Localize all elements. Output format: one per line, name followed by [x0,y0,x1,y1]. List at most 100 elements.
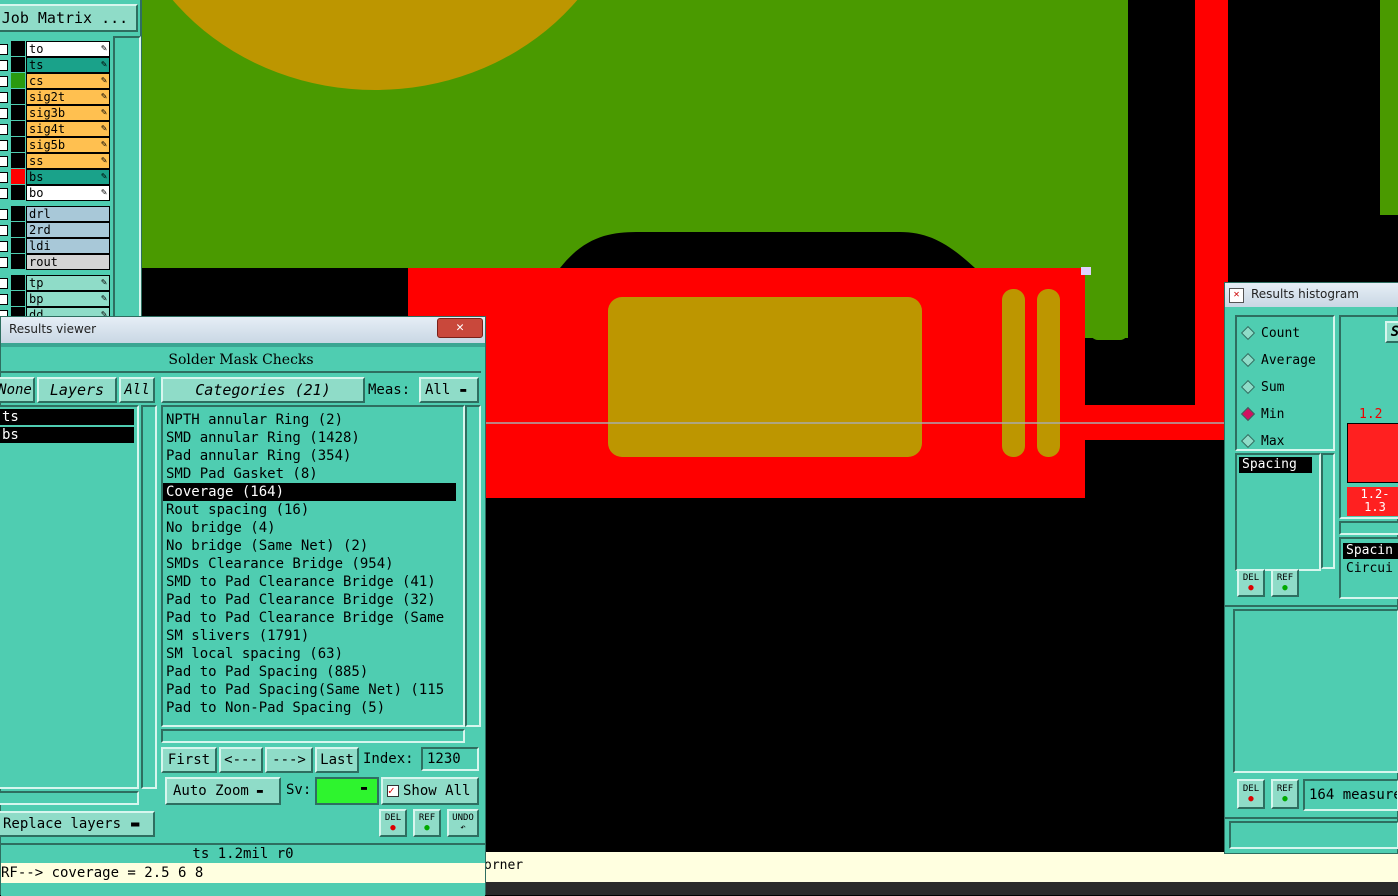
list-item[interactable]: ts [0,409,134,425]
layer-color-swatch[interactable] [11,169,25,184]
category-item[interactable]: SMD annular Ring (1428) [163,429,456,447]
del-button[interactable]: DEL ● [379,809,407,837]
left-hscrollbar[interactable] [0,791,139,805]
category-item[interactable]: NPTH annular Ring (2) [163,411,456,429]
left-scrollbar[interactable] [141,405,157,789]
layer-row[interactable]: ts ✎ [0,57,112,73]
category-item[interactable]: Pad to Non-Pad Spacing (5) [163,699,456,717]
layer-row[interactable]: ss ✎ [0,153,112,169]
last-button[interactable]: Last [315,747,359,773]
layer-row[interactable]: bo ✎ [0,185,112,201]
layer-color-swatch[interactable] [11,153,25,168]
layer-name[interactable]: drl [26,206,110,222]
layer-color-swatch[interactable] [11,57,25,72]
hist-del-button[interactable]: DEL ● [1237,569,1265,597]
layer-row[interactable]: bs ✎ [0,169,112,185]
layer-checkbox[interactable] [0,278,8,289]
layer-name[interactable]: ts ✎ [26,57,110,73]
category-item[interactable]: SMDs Clearance Bridge (954) [163,555,456,573]
auto-zoom-dropdown[interactable]: Auto Zoom ▬ [165,777,281,805]
mode-radio[interactable]: Min [1240,404,1284,424]
layer-checkbox[interactable] [0,140,8,151]
categories-hscrollbar[interactable] [161,729,465,743]
category-item[interactable]: Coverage (164) [163,483,456,501]
category-item[interactable]: Pad to Pad Clearance Bridge (32) [163,591,456,609]
layer-checkbox[interactable] [0,108,8,119]
layer-checkbox[interactable] [0,209,8,220]
category-item[interactable]: Pad annular Ring (354) [163,447,456,465]
layer-row[interactable]: rout [0,254,112,270]
all-button[interactable]: All [119,377,155,403]
detail-del-button[interactable]: DEL ● [1237,779,1265,809]
layer-checkbox[interactable] [0,225,8,236]
layer-color-swatch[interactable] [11,254,25,269]
layer-color-swatch[interactable] [11,291,25,306]
histogram-hscrollbar[interactable] [1339,521,1398,535]
category-item[interactable]: SM slivers (1791) [163,627,456,645]
layer-row[interactable]: sig5b ✎ [0,137,112,153]
layer-color-swatch[interactable] [11,137,25,152]
close-icon[interactable]: ✕ [437,318,483,338]
list-item[interactable]: Circui [1343,561,1398,577]
layer-name[interactable]: 2rd [26,222,110,238]
layer-checkbox[interactable] [0,156,8,167]
meas-dropdown[interactable]: All ▬ [419,377,479,403]
layer-checkbox[interactable] [0,76,8,87]
layer-checkbox[interactable] [0,92,8,103]
layer-row[interactable]: drl [0,206,112,222]
layer-color-swatch[interactable] [11,121,25,136]
layer-name[interactable]: bs ✎ [26,169,110,185]
layer-color-swatch[interactable] [11,238,25,253]
detail-ref-button[interactable]: REF ● [1271,779,1299,809]
category-item[interactable]: SM local spacing (63) [163,645,456,663]
s-button[interactable]: S [1385,321,1398,343]
layer-row[interactable]: sig2t ✎ [0,89,112,105]
mode-radio[interactable]: Count [1240,323,1300,343]
layer-row[interactable]: cs ✎ [0,73,112,89]
show-all-toggle[interactable]: ✓ Show All [381,777,479,805]
sv-color-dropdown[interactable]: ▬ [315,777,379,805]
layer-checkbox[interactable] [0,294,8,305]
layer-color-swatch[interactable] [11,73,25,88]
category-item[interactable]: Rout spacing (16) [163,501,456,519]
layer-checkbox[interactable] [0,124,8,135]
index-input[interactable]: 1230 [421,747,479,771]
layer-name[interactable]: cs ✎ [26,73,110,89]
layer-name[interactable]: sig4t ✎ [26,121,110,137]
layers-button[interactable]: Layers [37,377,117,403]
mode-radio[interactable]: Max [1240,431,1284,451]
layer-row[interactable]: to ✎ [0,41,112,57]
layer-name[interactable]: ss ✎ [26,153,110,169]
hist-ref-button[interactable]: REF ● [1271,569,1299,597]
layer-color-swatch[interactable] [11,185,25,200]
layer-name[interactable]: tp ✎ [26,275,110,291]
list-item[interactable]: Spacin [1343,543,1398,559]
layer-checkbox[interactable] [0,172,8,183]
layer-name[interactable]: sig3b ✎ [26,105,110,121]
category-item[interactable]: Pad to Pad Spacing(Same Net) (115 [163,681,456,699]
layer-row[interactable]: sig3b ✎ [0,105,112,121]
first-button[interactable]: First [161,747,217,773]
layer-name[interactable]: bp ✎ [26,291,110,307]
category-item[interactable]: Pad to Pad Clearance Bridge (Same [163,609,456,627]
layer-color-swatch[interactable] [11,206,25,221]
job-matrix-button[interactable]: Job Matrix ... [0,4,138,32]
layer-color-swatch[interactable] [11,89,25,104]
replace-layers-dropdown[interactable]: Replace layers ▬ [0,811,155,837]
layer-row[interactable]: ldi [0,238,112,254]
layer-color-swatch[interactable] [11,105,25,120]
layer-checkbox[interactable] [0,60,8,71]
mode-radio[interactable]: Sum [1240,377,1284,397]
prev-button[interactable]: <--- [219,747,263,773]
categories-scrollbar[interactable] [465,405,481,727]
layer-checkbox[interactable] [0,188,8,199]
layer-row[interactable]: 2rd [0,222,112,238]
histogram-bar[interactable] [1347,423,1398,483]
category-item[interactable]: No bridge (4) [163,519,456,537]
layer-name[interactable]: bo ✎ [26,185,110,201]
none-button[interactable]: None [0,377,35,403]
measure-scrollbar[interactable] [1321,453,1335,569]
layer-checkbox[interactable] [0,257,8,268]
layer-checkbox[interactable] [0,44,8,55]
category-item[interactable]: SMD Pad Gasket (8) [163,465,456,483]
